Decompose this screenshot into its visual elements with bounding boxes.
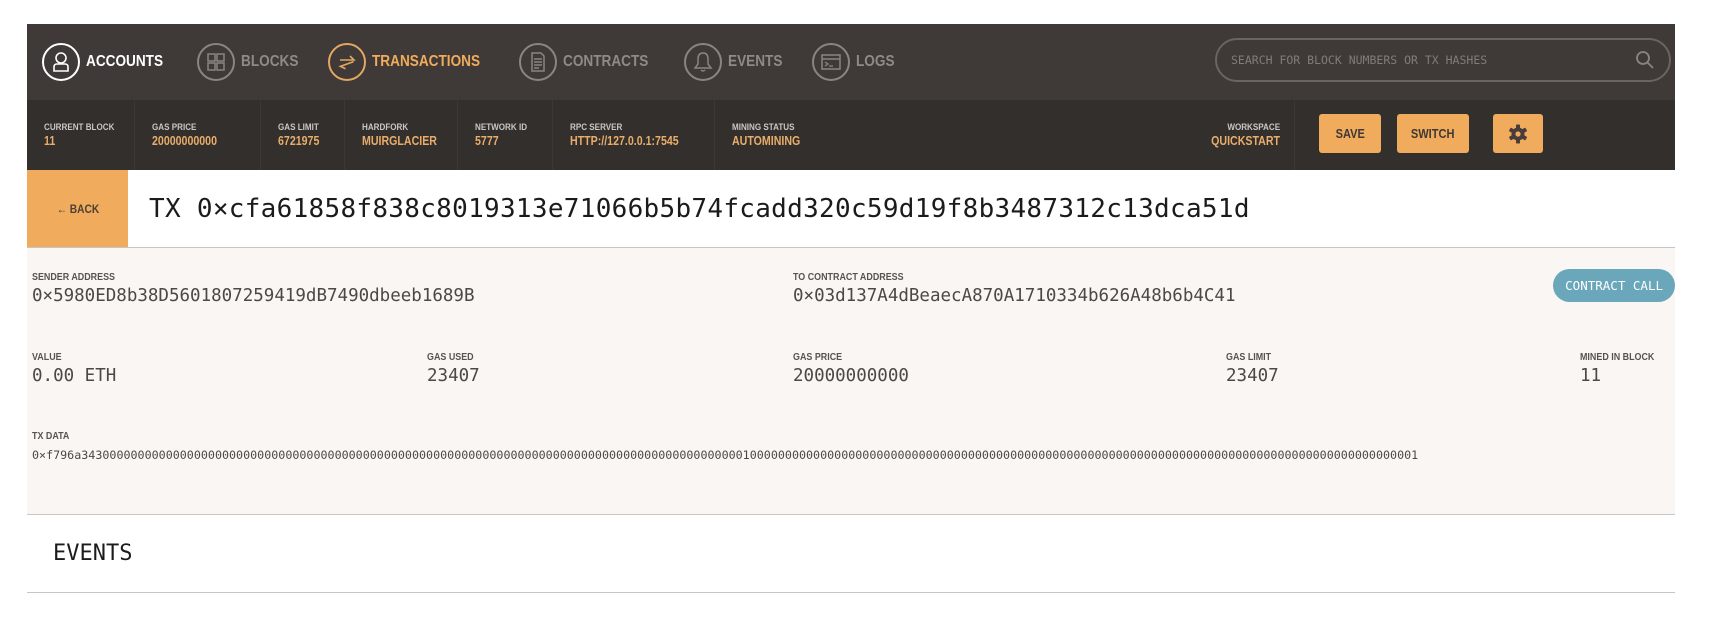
tx-data-label: TX DATA bbox=[32, 430, 70, 442]
status-bar: CURRENT BLOCK 11 GAS PRICE 20000000000 G… bbox=[27, 100, 1675, 170]
save-button[interactable]: SAVE bbox=[1319, 114, 1381, 153]
top-nav: ACCOUNTS BLOCKS TRANSACTIONS CONTRACTS E… bbox=[27, 24, 1675, 100]
workspace-value: QUICKSTART bbox=[1211, 134, 1280, 148]
gas-limit-field-value: 23407 bbox=[1226, 366, 1279, 386]
events-heading: EVENTS bbox=[53, 541, 133, 566]
nav-contracts[interactable]: CONTRACTS bbox=[519, 43, 663, 81]
value-label: VALUE bbox=[32, 351, 62, 363]
gas-limit-value: 6721975 bbox=[278, 134, 320, 148]
hardfork-label: HARDFORK bbox=[362, 122, 409, 133]
nav-events-label: EVENTS bbox=[727, 53, 783, 70]
search-input[interactable] bbox=[1231, 53, 1635, 67]
switch-button[interactable]: SWITCH bbox=[1397, 114, 1469, 153]
page-title: TX 0×cfa61858f838c8019313e71066b5b74fcad… bbox=[149, 193, 1250, 224]
mined-in-block-value: 11 bbox=[1580, 366, 1602, 386]
gas-limit-field: GAS LIMIT 23407 bbox=[1226, 351, 1279, 386]
value-field: VALUE 0.00 ETH bbox=[32, 351, 116, 386]
swap-arrows-icon bbox=[328, 43, 367, 81]
gas-used-label: GAS USED bbox=[427, 351, 474, 363]
sender-address-value: 0×5980ED8b38D5601807259419dB7490dbeeb168… bbox=[32, 286, 475, 306]
current-block-label: CURRENT BLOCK bbox=[44, 122, 115, 133]
to-contract-address-label: TO CONTRACT ADDRESS bbox=[793, 271, 904, 283]
gas-price-label: GAS PRICE bbox=[152, 122, 197, 133]
ganache-app: ACCOUNTS BLOCKS TRANSACTIONS CONTRACTS E… bbox=[27, 24, 1675, 593]
gas-price-field: GAS PRICE 20000000000 bbox=[793, 351, 909, 386]
transaction-details: SENDER ADDRESS 0×5980ED8b38D560180725941… bbox=[27, 248, 1675, 515]
network-id-label: NETWORK ID bbox=[475, 122, 528, 133]
rpc-server-value: HTTP://127.0.0.1:7545 bbox=[570, 134, 679, 148]
sender-address-field: SENDER ADDRESS 0×5980ED8b38D560180725941… bbox=[32, 271, 475, 306]
workspace-stat: WORKSPACE QUICKSTART bbox=[1153, 100, 1295, 170]
gas-limit-stat: GAS LIMIT 6721975 bbox=[261, 100, 345, 170]
gas-price-field-value: 20000000000 bbox=[793, 366, 909, 386]
gas-limit-field-label: GAS LIMIT bbox=[1226, 351, 1272, 363]
back-button-label: ← BACK bbox=[56, 201, 99, 216]
workspace-label: WORKSPACE bbox=[1227, 122, 1280, 133]
gas-used-value: 23407 bbox=[427, 366, 480, 386]
nav-events[interactable]: EVENTS bbox=[683, 43, 792, 81]
hardfork-value: MUIRGLACIER bbox=[362, 134, 437, 148]
nav-accounts-label: ACCOUNTS bbox=[86, 53, 164, 70]
bell-icon bbox=[683, 43, 722, 81]
nav-blocks[interactable]: BLOCKS bbox=[196, 43, 309, 81]
nav-logs-label: LOGS bbox=[855, 53, 895, 70]
mining-status-stat: MINING STATUS AUTOMINING bbox=[715, 100, 825, 170]
events-section-header: EVENTS bbox=[27, 515, 1675, 593]
network-id-value: 5777 bbox=[475, 134, 499, 148]
mining-status-value: AUTOMINING bbox=[732, 134, 801, 148]
nav-accounts[interactable]: ACCOUNTS bbox=[42, 43, 177, 81]
nav-transactions-label: TRANSACTIONS bbox=[372, 53, 481, 70]
tx-data-field: TX DATA 0×f796a3430000000000000000000000… bbox=[32, 430, 1418, 462]
gas-price-field-label: GAS PRICE bbox=[793, 351, 843, 363]
back-button[interactable]: ← BACK bbox=[27, 170, 128, 247]
save-button-label: SAVE bbox=[1335, 126, 1365, 141]
transaction-title-bar: ← BACK TX 0×cfa61858f838c8019313e71066b5… bbox=[27, 170, 1675, 248]
sender-address-label: SENDER ADDRESS bbox=[32, 271, 115, 283]
search-box[interactable] bbox=[1215, 38, 1671, 82]
gas-used-field: GAS USED 23407 bbox=[427, 351, 482, 386]
rpc-server-label: RPC SERVER bbox=[570, 122, 623, 133]
to-contract-address-value: 0×03d137A4dBeaecA870A1710334b626A48b6b4C… bbox=[793, 286, 1236, 306]
gear-icon bbox=[1509, 124, 1527, 143]
mined-in-block-label: MINED IN BLOCK bbox=[1580, 351, 1655, 363]
nav-contracts-label: CONTRACTS bbox=[563, 53, 649, 70]
rpc-server-stat: RPC SERVER HTTP://127.0.0.1:7545 bbox=[553, 100, 715, 170]
search-icon[interactable] bbox=[1635, 50, 1655, 70]
nav-transactions[interactable]: TRANSACTIONS bbox=[328, 43, 499, 81]
gas-limit-label: GAS LIMIT bbox=[278, 122, 319, 133]
mining-status-label: MINING STATUS bbox=[732, 122, 795, 133]
person-icon bbox=[42, 43, 80, 81]
gas-price-stat: GAS PRICE 20000000000 bbox=[135, 100, 261, 170]
terminal-window-icon bbox=[811, 43, 850, 81]
nav-blocks-label: BLOCKS bbox=[240, 53, 299, 70]
gas-price-value: 20000000000 bbox=[152, 134, 218, 148]
tx-data-value: 0×f796a343000000000000000000000000000000… bbox=[32, 448, 1419, 462]
current-block-stat: CURRENT BLOCK 11 bbox=[27, 100, 135, 170]
to-contract-address-field: TO CONTRACT ADDRESS 0×03d137A4dBeaecA870… bbox=[793, 271, 1236, 306]
switch-button-label: SWITCH bbox=[1411, 126, 1455, 141]
settings-button[interactable] bbox=[1493, 114, 1543, 153]
hardfork-stat: HARDFORK MUIRGLACIER bbox=[345, 100, 458, 170]
current-block-value: 11 bbox=[44, 134, 56, 148]
contract-call-badge: CONTRACT CALL bbox=[1553, 269, 1675, 302]
network-id-stat: NETWORK ID 5777 bbox=[458, 100, 553, 170]
nav-logs[interactable]: LOGS bbox=[811, 43, 901, 81]
document-icon bbox=[519, 43, 558, 81]
value-value: 0.00 ETH bbox=[32, 366, 117, 386]
blocks-grid-icon bbox=[196, 43, 235, 81]
mined-in-block-field: MINED IN BLOCK 11 bbox=[1580, 351, 1668, 386]
